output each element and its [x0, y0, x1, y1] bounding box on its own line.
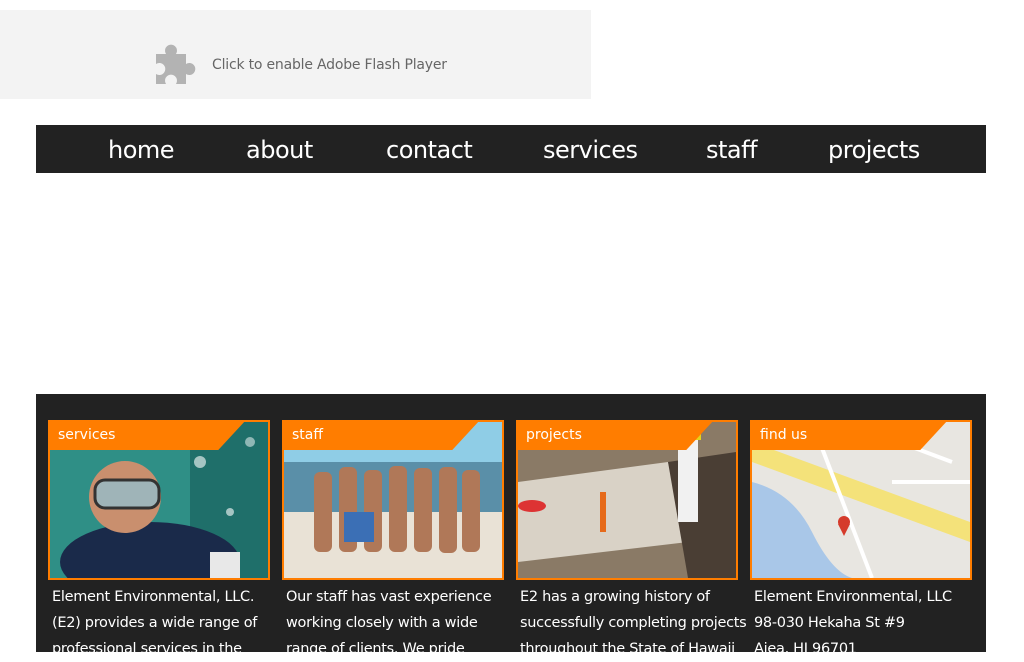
card-staff[interactable]: staff Our staff has vast experience work…: [282, 420, 504, 662]
card-text-line: Element Environmental, LLC.: [52, 589, 255, 605]
card-image-frame[interactable]: projects: [516, 420, 738, 580]
nav-about[interactable]: about: [246, 125, 313, 173]
nav-staff[interactable]: staff: [706, 125, 758, 173]
card-label: services: [58, 427, 116, 443]
card-tab[interactable]: projects: [516, 420, 714, 450]
flash-placeholder[interactable]: Click to enable Adobe Flash Player: [0, 10, 591, 99]
card-tab[interactable]: staff: [282, 420, 480, 450]
card-text-line: throughout the State of Hawaii: [520, 641, 735, 657]
card-tab[interactable]: find us: [750, 420, 948, 450]
card-label: staff: [292, 427, 324, 443]
card-text-line: (E2) provides a wide range of: [52, 615, 258, 631]
nav-services[interactable]: services: [543, 125, 638, 173]
card-text-line: range of clients. We pride: [286, 641, 465, 657]
card-label: projects: [526, 427, 582, 443]
nav-contact[interactable]: contact: [386, 125, 473, 173]
card-services[interactable]: services Element Environmental, LLC. (E2…: [48, 420, 270, 662]
card-image-frame[interactable]: find us: [750, 420, 972, 580]
card-text-line: successfully completing projects: [520, 615, 747, 631]
main-nav: home about contact services staff projec…: [36, 125, 986, 173]
card-description: Element Environmental, LLC 98-030 Hekaha…: [750, 584, 972, 662]
card-text-line: Our staff has vast experience: [286, 589, 492, 605]
card-tab[interactable]: services: [48, 420, 246, 450]
nav-home[interactable]: home: [108, 125, 175, 173]
nav-projects[interactable]: projects: [828, 125, 920, 173]
card-image-frame[interactable]: staff: [282, 420, 504, 580]
card-find-us[interactable]: find us Element Environmental, LLC 98-03…: [750, 420, 972, 662]
card-description: Element Environmental, LLC. (E2) provide…: [48, 584, 270, 662]
card-description: Our staff has vast experience working cl…: [282, 584, 504, 662]
card-text-line: professional services in the: [52, 641, 242, 657]
card-text-line: Aiea, HI 96701: [754, 641, 857, 657]
flash-message: Click to enable Adobe Flash Player: [212, 57, 447, 73]
card-projects[interactable]: projects E2 has a growing history of suc…: [516, 420, 747, 662]
card-text-line: E2 has a growing history of: [520, 589, 710, 605]
card-text-line: Element Environmental, LLC: [754, 589, 952, 605]
card-label: find us: [760, 427, 808, 443]
puzzle-piece-icon: [156, 44, 196, 84]
card-description: E2 has a growing history of successfully…: [516, 584, 747, 662]
footer-panel: services Element Environmental, LLC. (E2…: [36, 394, 986, 657]
card-text-line: working closely with a wide: [286, 615, 478, 631]
card-text-line: 98-030 Hekaha St #9: [754, 615, 905, 631]
card-image-frame[interactable]: services: [48, 420, 270, 580]
